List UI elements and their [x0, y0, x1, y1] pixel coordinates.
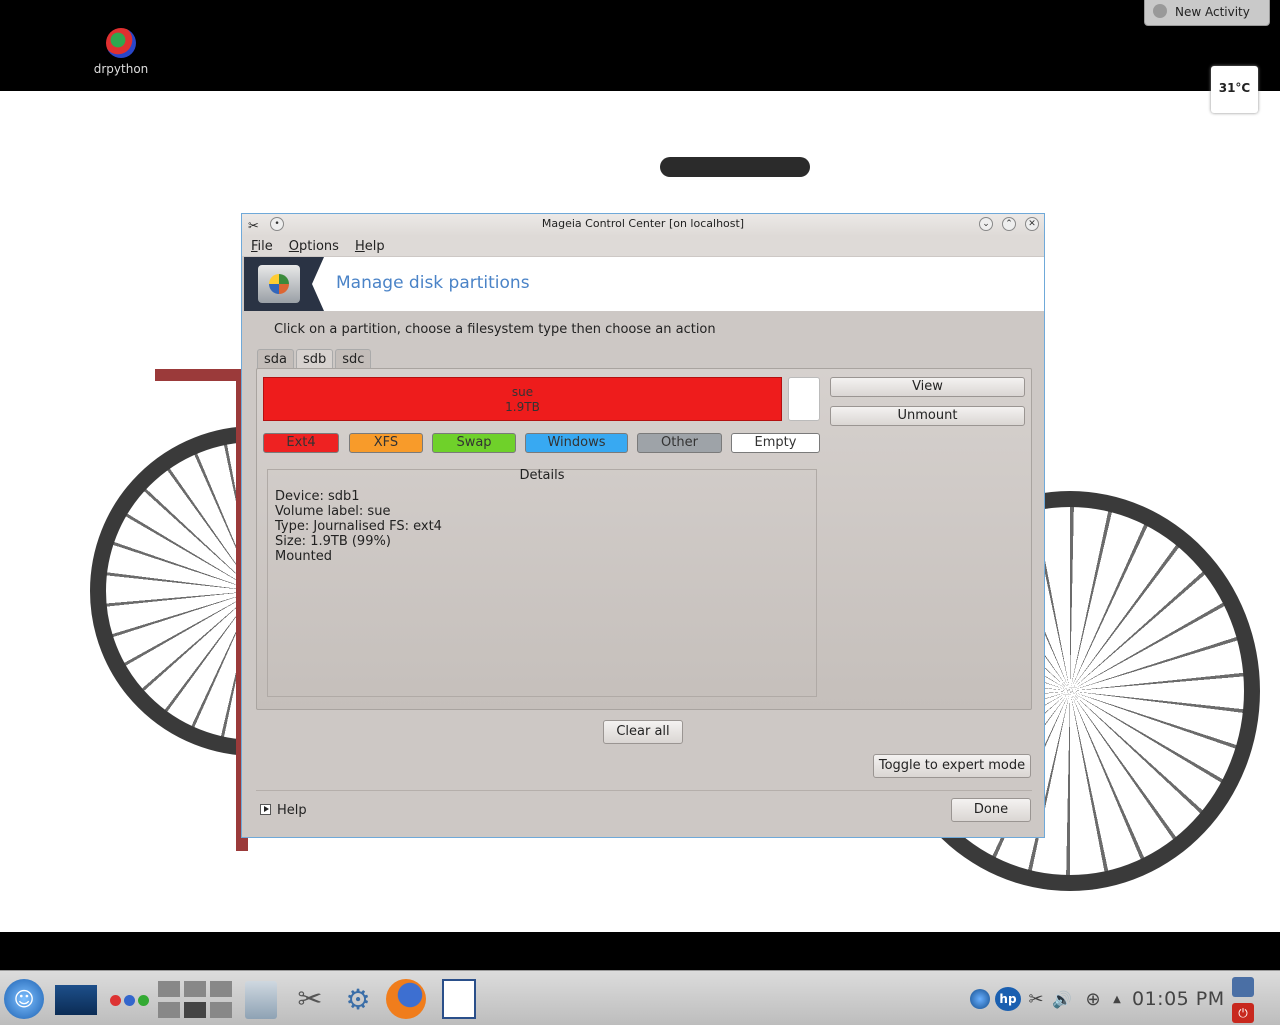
- writer-document-icon[interactable]: [442, 979, 476, 1019]
- hp-printer-icon[interactable]: hp: [995, 987, 1021, 1011]
- pager-icon[interactable]: [158, 981, 234, 1019]
- fs-ext4-button[interactable]: Ext4: [263, 433, 339, 453]
- package-installer-icon[interactable]: ⚙: [338, 979, 378, 1019]
- clipboard-scissors-icon[interactable]: ✂: [1026, 987, 1046, 1011]
- detail-volume-label: Volume label: sue: [275, 504, 391, 519]
- clear-all-button[interactable]: Clear all: [603, 720, 683, 744]
- show-desktop-icon[interactable]: [55, 985, 97, 1015]
- wallpaper-bike-rack: [155, 369, 245, 381]
- help-expander[interactable]: Help: [260, 803, 307, 818]
- tab-sda[interactable]: sda: [257, 349, 294, 370]
- desktop-icon-drpython[interactable]: drpython: [88, 28, 154, 76]
- detail-mount-status: Mounted: [275, 549, 332, 564]
- control-center-window: ✂ • Mageia Control Center [on localhost]…: [241, 213, 1045, 838]
- disk-icon: [258, 265, 300, 303]
- lock-screen-icon[interactable]: [1232, 977, 1254, 997]
- app-tools-icon[interactable]: ✂: [248, 217, 259, 237]
- new-activity-label: New Activity: [1175, 5, 1250, 19]
- window-title: Mageia Control Center [on localhost]: [541, 217, 745, 230]
- tab-sdb[interactable]: sdb: [296, 349, 334, 370]
- banner-icon-area: [244, 257, 324, 311]
- wallpaper-bike-handlebar: [660, 157, 810, 177]
- fs-windows-button[interactable]: Windows: [525, 433, 628, 453]
- shutdown-icon[interactable]: ⏻: [1232, 1003, 1254, 1023]
- menubar: File Options Help: [242, 236, 1044, 256]
- activity-icon: [1153, 4, 1167, 18]
- menu-options[interactable]: Options: [289, 239, 339, 254]
- tab-sdc[interactable]: sdc: [335, 349, 372, 370]
- network-manager-icon[interactable]: ⊕: [1081, 987, 1105, 1011]
- minimize-icon[interactable]: ⌄: [979, 217, 993, 231]
- toggle-expert-mode-button[interactable]: Toggle to expert mode: [873, 754, 1031, 778]
- header-banner: Manage disk partitions: [244, 257, 1044, 311]
- network-globe-icon[interactable]: [970, 989, 990, 1009]
- detail-type: Type: Journalised FS: ext4: [275, 519, 442, 534]
- fs-empty-button[interactable]: Empty: [731, 433, 820, 453]
- firefox-icon[interactable]: [386, 979, 426, 1019]
- disk-tabs: sda sdb sdc: [257, 349, 373, 370]
- fs-swap-button[interactable]: Swap: [432, 433, 516, 453]
- window-menu-icon[interactable]: •: [270, 217, 284, 231]
- taskbar-clock[interactable]: 01:05 PM: [1132, 988, 1225, 1010]
- new-activity-button[interactable]: New Activity: [1144, 0, 1270, 26]
- detail-size: Size: 1.9TB (99%): [275, 534, 391, 549]
- tools-icon[interactable]: ✂: [290, 979, 330, 1019]
- partition-sdb1[interactable]: sue 1.9TB: [263, 377, 782, 421]
- view-button[interactable]: View: [830, 377, 1025, 397]
- done-button[interactable]: Done: [951, 798, 1031, 822]
- unmount-button[interactable]: Unmount: [830, 406, 1025, 426]
- partition-size: 1.9TB: [505, 400, 540, 414]
- desktop-top-area: [0, 0, 1280, 91]
- maximize-icon[interactable]: ⌃: [1002, 217, 1016, 231]
- partition-label: sue: [511, 385, 534, 399]
- menu-help[interactable]: Help: [355, 239, 385, 254]
- desktop-bottom-area: [0, 932, 1280, 970]
- instruction-text: Click on a partition, choose a filesyste…: [274, 322, 716, 337]
- window-titlebar[interactable]: ✂ • Mageia Control Center [on localhost]…: [242, 214, 1044, 236]
- detail-device: Device: sdb1: [275, 489, 360, 504]
- fs-xfs-button[interactable]: XFS: [349, 433, 423, 453]
- tray-expand-arrow-icon[interactable]: ▲: [1110, 989, 1124, 1009]
- start-menu-icon[interactable]: ☺: [4, 979, 44, 1019]
- desktop-icon-label: drpython: [93, 62, 149, 76]
- separator: [256, 790, 1032, 791]
- details-body: Device: sdb1 Volume label: sue Type: Jou…: [275, 489, 442, 564]
- file-manager-icon[interactable]: [245, 981, 277, 1019]
- details-legend: Details: [519, 468, 565, 483]
- fs-other-button[interactable]: Other: [637, 433, 722, 453]
- help-label: Help: [277, 803, 307, 818]
- taskbar: ☺ ✂ ⚙ hp ✂ 🔊 ⊕ ▲ ⏻: [0, 970, 1280, 1025]
- temperature-widget: 31°C: [1211, 66, 1258, 113]
- close-icon[interactable]: ✕: [1025, 217, 1039, 231]
- details-group: Details Device: sdb1 Volume label: sue T…: [267, 468, 817, 697]
- menu-file[interactable]: File: [251, 239, 273, 254]
- volume-icon[interactable]: 🔊: [1050, 987, 1074, 1011]
- partition-panel: sue 1.9TB View Unmount Ext4 XFS Swap Win…: [256, 368, 1032, 710]
- activities-icon[interactable]: [105, 993, 153, 1007]
- page-title: Manage disk partitions: [336, 273, 530, 293]
- drpython-icon: [106, 28, 136, 58]
- expand-arrow-icon: [260, 804, 271, 815]
- partition-free-space[interactable]: [788, 377, 820, 421]
